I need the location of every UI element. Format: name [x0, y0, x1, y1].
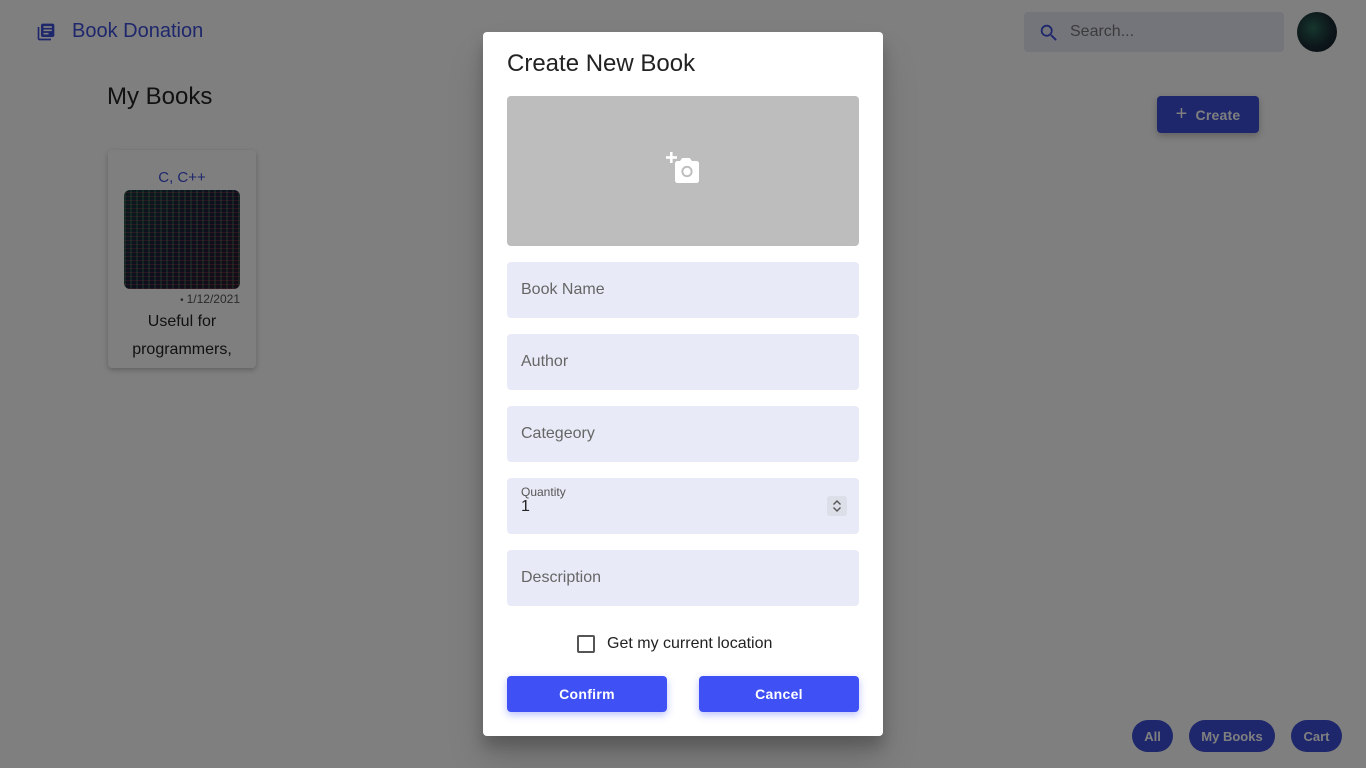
book-name-field[interactable]: [507, 262, 859, 318]
author-field[interactable]: [507, 334, 859, 390]
description-field[interactable]: [507, 550, 859, 606]
location-option[interactable]: Get my current location: [577, 634, 772, 654]
author-input[interactable]: [521, 334, 841, 390]
confirm-button[interactable]: Confirm: [507, 676, 667, 712]
location-checkbox[interactable]: [577, 635, 595, 653]
book-name-input[interactable]: [521, 262, 841, 318]
category-field[interactable]: [507, 406, 859, 462]
category-input[interactable]: [521, 406, 841, 462]
cancel-button[interactable]: Cancel: [699, 676, 859, 712]
create-book-dialog: Create New Book Quantity 1: [483, 32, 883, 736]
dialog-title: Create New Book: [507, 50, 696, 77]
add-a-photo-icon: [665, 151, 701, 191]
stepper-arrows-icon[interactable]: [827, 496, 847, 516]
location-label[interactable]: Get my current location: [607, 635, 772, 653]
quantity-field[interactable]: Quantity 1: [507, 478, 859, 534]
quantity-value[interactable]: 1: [521, 498, 530, 516]
quantity-label: Quantity: [521, 485, 566, 499]
image-upload-area[interactable]: [507, 96, 859, 246]
description-input[interactable]: [521, 550, 841, 606]
